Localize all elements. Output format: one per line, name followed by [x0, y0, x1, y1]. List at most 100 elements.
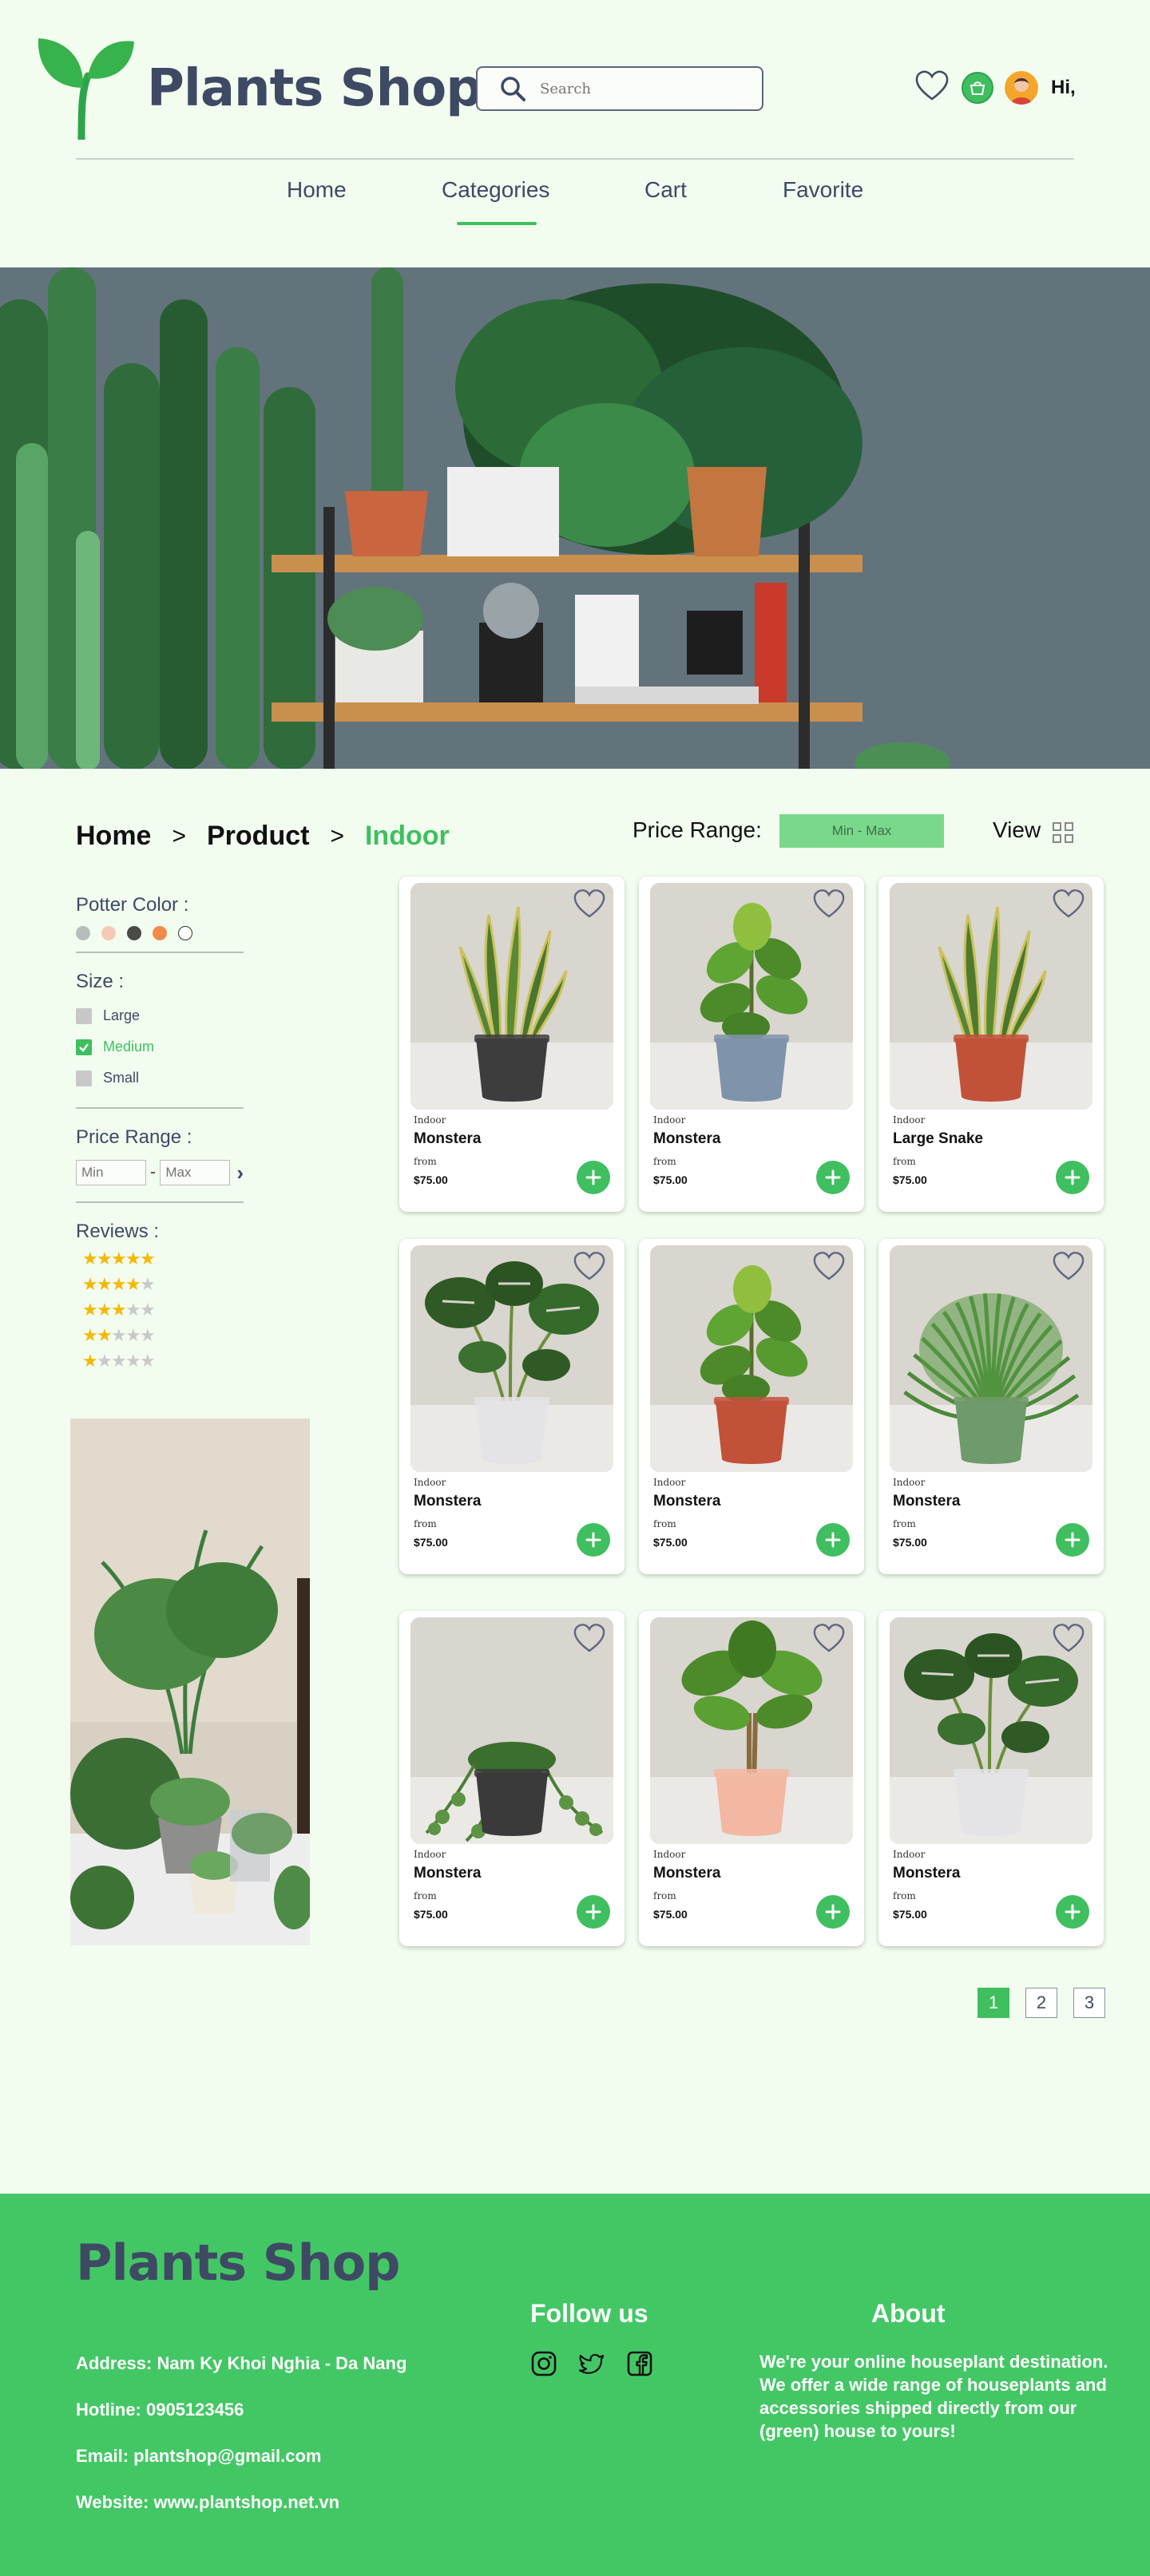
nav-cart[interactable]: Cart — [644, 177, 687, 203]
product-name[interactable]: Monstera — [893, 1865, 960, 1882]
breadcrumb-product[interactable]: Product — [207, 821, 309, 852]
twitter-icon[interactable] — [578, 2350, 605, 2377]
facebook-icon[interactable] — [626, 2350, 653, 2377]
color-swatch-grey[interactable] — [76, 926, 90, 940]
max-price-input[interactable] — [160, 1160, 231, 1185]
nav-home[interactable]: Home — [287, 177, 347, 203]
review-filter-1-stars[interactable]: ★ ★ ★ ★ ★ — [82, 1353, 244, 1371]
favorite-heart-icon[interactable] — [811, 1250, 847, 1282]
breadcrumb-indoor[interactable]: Indoor — [365, 821, 450, 852]
favorite-heart-icon[interactable] — [1051, 888, 1086, 920]
review-filter-3-stars[interactable]: ★ ★ ★ ★ ★ — [82, 1302, 244, 1320]
footer-website[interactable]: Website: www.plantshop.net.vn — [76, 2492, 339, 2513]
instagram-icon[interactable] — [530, 2350, 557, 2377]
add-to-cart-plus-icon[interactable] — [816, 1895, 850, 1929]
search-box[interactable] — [476, 66, 763, 111]
color-swatch-charcoal[interactable] — [127, 926, 141, 940]
add-to-cart-plus-icon[interactable] — [816, 1161, 850, 1194]
product-price: $75.00 — [414, 1173, 448, 1186]
apply-price-arrow-icon[interactable]: › — [236, 1161, 244, 1185]
star-filled-icon: ★ — [82, 1275, 98, 1295]
page-button[interactable]: 1 — [978, 1988, 1009, 2018]
follow-us-heading: Follow us — [530, 2299, 648, 2328]
product-name[interactable]: Monstera — [414, 1493, 481, 1510]
add-to-cart-plus-icon[interactable] — [1056, 1895, 1089, 1929]
favorite-heart-icon[interactable] — [572, 1250, 607, 1282]
add-to-cart-plus-icon[interactable] — [577, 1161, 610, 1194]
range-dash — [151, 1172, 156, 1173]
add-to-cart-plus-icon[interactable] — [577, 1895, 610, 1929]
breadcrumb-home[interactable]: Home — [76, 821, 151, 852]
product-price: $75.00 — [414, 1908, 448, 1921]
color-swatch-pink[interactable] — [101, 926, 116, 940]
grid-view-icon[interactable] — [1053, 822, 1073, 843]
review-rating-filters: ★ ★ ★ ★ ★ ★ ★ ★ ★ ★ ★ ★ ★ ★ ★ ★ ★ ★ ★ ★ ★ ★ ★ ★ ★ — [76, 1251, 244, 1371]
color-swatch-white[interactable] — [178, 926, 192, 940]
size-option-large[interactable]: Large — [76, 1007, 244, 1024]
star-empty-icon: ★ — [140, 1351, 156, 1371]
product-card[interactable]: Indoor Monstera from $75.00 — [878, 1611, 1104, 1946]
size-heading: Size : — [76, 971, 125, 992]
min-price-input[interactable] — [76, 1160, 146, 1185]
product-name[interactable]: Monstera — [653, 1493, 720, 1510]
favorite-heart-icon[interactable] — [572, 888, 607, 920]
product-name[interactable]: Monstera — [414, 1130, 481, 1148]
add-to-cart-plus-icon[interactable] — [816, 1523, 850, 1557]
nav-categories[interactable]: Categories — [442, 177, 549, 203]
nav-favorite[interactable]: Favorite — [783, 177, 863, 203]
product-card[interactable]: Indoor Large Snake from $75.00 — [878, 876, 1104, 1212]
footer-address: Address: Nam Ky Khoi Nghia - Da Nang — [76, 2353, 407, 2373]
product-card[interactable]: Indoor Monstera from $75.00 — [399, 1239, 625, 1574]
price-from-label: from — [653, 1156, 676, 1167]
add-to-cart-plus-icon[interactable] — [577, 1523, 610, 1557]
favorite-heart-icon[interactable] — [1051, 1622, 1086, 1654]
add-to-cart-plus-icon[interactable] — [1056, 1161, 1089, 1194]
favorite-heart-icon[interactable] — [811, 1622, 847, 1654]
product-card[interactable]: Indoor Monstera from $75.00 — [878, 1239, 1104, 1574]
product-name[interactable]: Large Snake — [893, 1130, 983, 1148]
checkbox[interactable] — [76, 1070, 92, 1086]
size-option-medium[interactable]: Medium — [76, 1039, 244, 1055]
search-input[interactable] — [540, 80, 755, 97]
favorite-heart-icon[interactable] — [572, 1622, 607, 1654]
product-card[interactable]: Indoor Monstera from $75.00 — [639, 1611, 864, 1946]
product-card[interactable]: Indoor Monstera from $75.00 — [639, 876, 864, 1212]
product-card[interactable]: Indoor Monstera from $75.00 — [399, 1611, 625, 1946]
brand-logo[interactable]: Plants Shop — [35, 32, 482, 140]
product-name[interactable]: Monstera — [653, 1130, 720, 1148]
favorite-heart-icon[interactable] — [811, 888, 847, 920]
potter-color-swatches — [76, 926, 244, 940]
product-card[interactable]: Indoor Monstera from $75.00 — [399, 876, 625, 1212]
filter-divider — [76, 1201, 244, 1203]
checkbox-checked[interactable] — [76, 1039, 92, 1055]
pagination: 1 2 3 — [978, 1988, 1105, 2018]
page-button[interactable]: 3 — [1073, 1988, 1105, 2018]
product-price: $75.00 — [653, 1536, 688, 1549]
user-avatar[interactable] — [1005, 70, 1038, 105]
star-filled-icon: ★ — [125, 1249, 141, 1269]
product-name[interactable]: Monstera — [893, 1493, 960, 1510]
product-name[interactable]: Monstera — [414, 1865, 481, 1882]
color-swatch-orange[interactable] — [153, 926, 167, 940]
favorites-heart-icon[interactable] — [914, 69, 950, 106]
review-filter-4-stars[interactable]: ★ ★ ★ ★ ★ — [82, 1276, 244, 1294]
social-links — [530, 2350, 653, 2377]
add-to-cart-plus-icon[interactable] — [1056, 1523, 1089, 1557]
product-card[interactable]: Indoor Monstera from $75.00 — [639, 1239, 864, 1574]
product-name[interactable]: Monstera — [653, 1865, 720, 1882]
review-filter-2-stars[interactable]: ★ ★ ★ ★ ★ — [82, 1328, 244, 1345]
price-from-label: from — [893, 1890, 916, 1901]
checkbox[interactable] — [76, 1007, 92, 1024]
review-filter-5-stars[interactable]: ★ ★ ★ ★ ★ — [82, 1251, 244, 1268]
product-category: Indoor — [653, 1849, 686, 1860]
cart-basket-icon[interactable] — [962, 71, 993, 104]
leaf-logo-icon — [38, 38, 134, 140]
star-filled-icon: ★ — [111, 1275, 127, 1295]
price-range-dropdown[interactable]: Min - Max — [779, 814, 944, 848]
filter-sidebar: Potter Color : Size : Large Medium Small… — [76, 894, 244, 1371]
size-option-small[interactable]: Small — [76, 1070, 244, 1086]
search-icon — [501, 77, 525, 101]
favorite-heart-icon[interactable] — [1051, 1250, 1086, 1282]
page-button[interactable]: 2 — [1025, 1988, 1057, 2018]
footer-email[interactable]: Email: plantshop@gmail.com — [76, 2446, 322, 2467]
